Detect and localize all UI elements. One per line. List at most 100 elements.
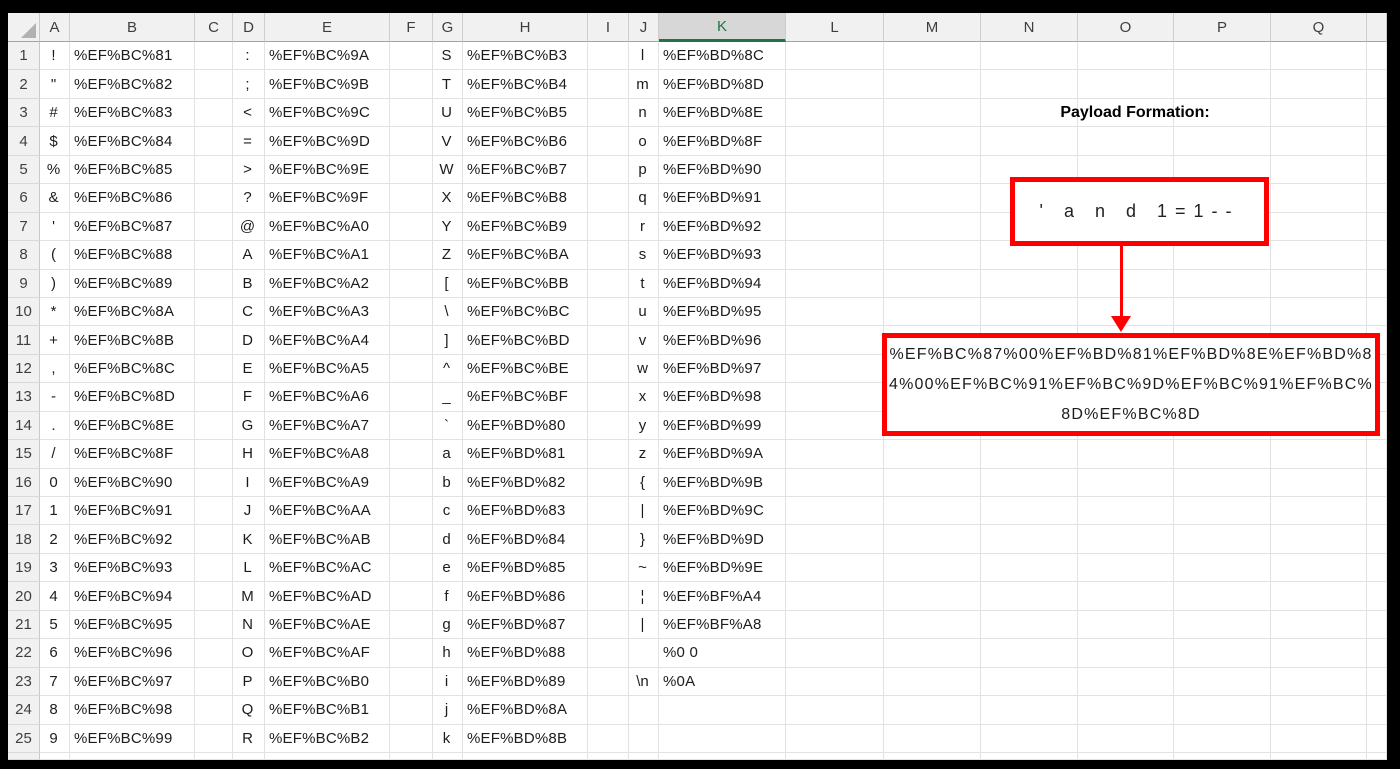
- cell-B22[interactable]: %EF%BC%96: [70, 639, 195, 668]
- cell-B8[interactable]: %EF%BC%88: [70, 241, 195, 270]
- cell-N16[interactable]: [981, 468, 1078, 497]
- cell-R1[interactable]: [1367, 42, 1387, 71]
- cell-P19[interactable]: [1174, 553, 1271, 583]
- column-header-E[interactable]: E: [265, 13, 390, 42]
- cell-R18[interactable]: [1367, 525, 1387, 554]
- cell-F9[interactable]: [390, 269, 433, 298]
- column-header-G[interactable]: G: [433, 13, 463, 42]
- cell-B17[interactable]: %EF%BC%91: [70, 497, 195, 526]
- cell-K19[interactable]: %EF%BD%9E: [659, 553, 786, 583]
- cell-D23[interactable]: P: [233, 667, 265, 697]
- cell-J13[interactable]: x: [629, 383, 659, 412]
- cell-E17[interactable]: %EF%BC%AA: [265, 497, 390, 526]
- cell-H21[interactable]: %EF%BD%87: [463, 610, 588, 640]
- cell-J16[interactable]: {: [629, 468, 659, 497]
- row-header-26[interactable]: [8, 752, 40, 760]
- cell-C23[interactable]: [195, 667, 233, 697]
- cell-D17[interactable]: J: [233, 497, 265, 526]
- cell-K18[interactable]: %EF%BD%9D: [659, 525, 786, 554]
- cell-M18[interactable]: [884, 525, 981, 554]
- cell-B24[interactable]: %EF%BC%98: [70, 696, 195, 725]
- cell-I4[interactable]: [588, 127, 629, 156]
- cell-D5[interactable]: >: [233, 155, 265, 185]
- row-header-1[interactable]: 1: [8, 42, 40, 71]
- cell-G23[interactable]: i: [433, 667, 463, 697]
- cell-M9[interactable]: [884, 269, 981, 298]
- cell-O4[interactable]: [1078, 127, 1174, 156]
- cell-L2[interactable]: [786, 70, 884, 99]
- cell-I19[interactable]: [588, 553, 629, 583]
- cell-D13[interactable]: F: [233, 383, 265, 412]
- cell-I24[interactable]: [588, 696, 629, 725]
- row-header-12[interactable]: 12: [8, 354, 40, 384]
- cell-Q7[interactable]: [1271, 212, 1367, 242]
- cell-B4[interactable]: %EF%BC%84: [70, 127, 195, 156]
- cell-M5[interactable]: [884, 155, 981, 185]
- column-header-J[interactable]: J: [629, 13, 659, 42]
- row-header-2[interactable]: 2: [8, 70, 40, 99]
- cell-M4[interactable]: [884, 127, 981, 156]
- cell-F25[interactable]: [390, 724, 433, 753]
- cell-H24[interactable]: %EF%BD%8A: [463, 696, 588, 725]
- cell-H9[interactable]: %EF%BC%BB: [463, 269, 588, 298]
- cell-C15[interactable]: [195, 440, 233, 469]
- cell-I16[interactable]: [588, 468, 629, 497]
- cell-M25[interactable]: [884, 724, 981, 753]
- cell-K4[interactable]: %EF%BD%8F: [659, 127, 786, 156]
- cell-B26[interactable]: [70, 752, 195, 760]
- cell-N10[interactable]: [981, 297, 1078, 327]
- encoded-payload-box[interactable]: %EF%BC%87%00%EF%BD%81%EF%BD%8E%EF%BD%84%…: [882, 333, 1380, 436]
- cell-I9[interactable]: [588, 269, 629, 298]
- cell-K10[interactable]: %EF%BD%95: [659, 297, 786, 327]
- cell-Q17[interactable]: [1271, 497, 1367, 526]
- cell-C16[interactable]: [195, 468, 233, 497]
- cell-F13[interactable]: [390, 383, 433, 412]
- cell-O2[interactable]: [1078, 70, 1174, 99]
- cell-M15[interactable]: [884, 440, 981, 469]
- cell-A14[interactable]: .: [40, 411, 70, 441]
- cell-A10[interactable]: *: [40, 297, 70, 327]
- cell-F4[interactable]: [390, 127, 433, 156]
- cell-A4[interactable]: $: [40, 127, 70, 156]
- cell-N1[interactable]: [981, 42, 1078, 71]
- cell-N4[interactable]: [981, 127, 1078, 156]
- cell-K1[interactable]: %EF%BD%8C: [659, 42, 786, 71]
- column-header-D[interactable]: D: [233, 13, 265, 42]
- cell-O25[interactable]: [1078, 724, 1174, 753]
- cell-D14[interactable]: G: [233, 411, 265, 441]
- cell-P22[interactable]: [1174, 639, 1271, 668]
- cell-E22[interactable]: %EF%BC%AF: [265, 639, 390, 668]
- cell-R21[interactable]: [1367, 610, 1387, 640]
- cell-A3[interactable]: #: [40, 98, 70, 128]
- cell-A12[interactable]: ,: [40, 354, 70, 384]
- cell-M21[interactable]: [884, 610, 981, 640]
- cell-O21[interactable]: [1078, 610, 1174, 640]
- cell-O15[interactable]: [1078, 440, 1174, 469]
- cell-P2[interactable]: [1174, 70, 1271, 99]
- cell-N21[interactable]: [981, 610, 1078, 640]
- row-header-18[interactable]: 18: [8, 525, 40, 554]
- cell-A9[interactable]: ): [40, 269, 70, 298]
- select-all-corner[interactable]: [8, 13, 40, 42]
- cell-A2[interactable]: ": [40, 70, 70, 99]
- cell-B6[interactable]: %EF%BC%86: [70, 184, 195, 213]
- cell-I8[interactable]: [588, 241, 629, 270]
- column-header-K[interactable]: K: [659, 13, 786, 42]
- cell-Q22[interactable]: [1271, 639, 1367, 668]
- cell-B18[interactable]: %EF%BC%92: [70, 525, 195, 554]
- cell-D21[interactable]: N: [233, 610, 265, 640]
- cell-I14[interactable]: [588, 411, 629, 441]
- cell-H20[interactable]: %EF%BD%86: [463, 582, 588, 611]
- cell-J2[interactable]: m: [629, 70, 659, 99]
- cell-A21[interactable]: 5: [40, 610, 70, 640]
- cell-L4[interactable]: [786, 127, 884, 156]
- cell-P15[interactable]: [1174, 440, 1271, 469]
- cell-B5[interactable]: %EF%BC%85: [70, 155, 195, 185]
- cell-G20[interactable]: f: [433, 582, 463, 611]
- cell-J23[interactable]: \n: [629, 667, 659, 697]
- cell-J11[interactable]: v: [629, 326, 659, 355]
- row-header-23[interactable]: 23: [8, 667, 40, 697]
- cell-K26[interactable]: [659, 752, 786, 760]
- cell-L11[interactable]: [786, 326, 884, 355]
- cell-H2[interactable]: %EF%BC%B4: [463, 70, 588, 99]
